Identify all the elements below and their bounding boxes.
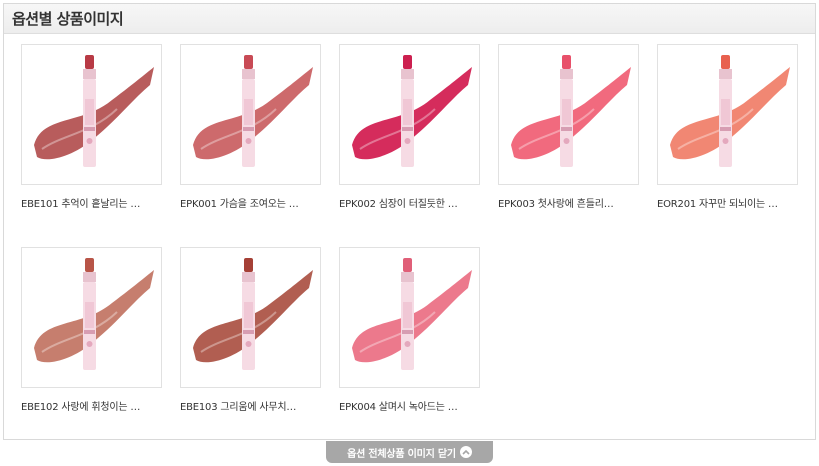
- product-grid: EBE101 추억이 흩날리는 … EPK001 가슴을 조여오는 … EPK002…: [4, 34, 815, 434]
- product-thumbnail[interactable]: [339, 247, 480, 388]
- product-thumbnail[interactable]: [657, 44, 798, 185]
- product-thumbnail[interactable]: [21, 247, 162, 388]
- product-thumbnail[interactable]: [339, 44, 480, 185]
- product-label[interactable]: EBE101 추억이 흩날리는 …: [21, 195, 171, 210]
- product-thumbnail[interactable]: [180, 247, 321, 388]
- product-thumbnail[interactable]: [21, 44, 162, 185]
- lipstick-swatch-image: [193, 258, 313, 370]
- product-item[interactable]: EPK001 가슴을 조여오는 …: [180, 44, 330, 210]
- panel-header: 옵션별 상품이미지: [4, 4, 815, 34]
- product-item[interactable]: EOR201 자꾸만 되뇌이는 …: [657, 44, 807, 210]
- product-label[interactable]: EPK003 첫사랑에 흔들리…: [498, 195, 648, 210]
- product-label[interactable]: EPK004 살며시 녹아드는 …: [339, 398, 489, 413]
- chevron-up-icon: [459, 446, 472, 458]
- product-label[interactable]: EBE102 사랑에 휘청이는 …: [21, 398, 171, 413]
- product-label[interactable]: EPK001 가슴을 조여오는 …: [180, 195, 330, 210]
- product-label[interactable]: EBE103 그리움에 사무치…: [180, 398, 330, 413]
- close-all-images-button[interactable]: 옵션 전체상품 이미지 닫기: [326, 441, 493, 463]
- product-item[interactable]: EPK002 심장이 터질듯한 …: [339, 44, 489, 210]
- product-item[interactable]: EBE102 사랑에 휘청이는 …: [21, 247, 171, 413]
- lipstick-swatch-image: [352, 258, 472, 370]
- product-item[interactable]: EPK003 첫사랑에 흔들리…: [498, 44, 648, 210]
- lipstick-swatch-image: [670, 55, 790, 167]
- product-item[interactable]: EBE103 그리움에 사무치…: [180, 247, 330, 413]
- option-images-panel: 옵션별 상품이미지 EBE101 추억이 흩날리는 … EPK001 가슴을 조여…: [3, 3, 816, 440]
- close-button-label: 옵션 전체상품 이미지 닫기: [347, 448, 456, 460]
- panel-title: 옵션별 상품이미지: [12, 10, 124, 28]
- product-item[interactable]: EBE101 추억이 흩날리는 …: [21, 44, 171, 210]
- lipstick-swatch-image: [193, 55, 313, 167]
- lipstick-swatch-image: [511, 55, 631, 167]
- product-thumbnail[interactable]: [180, 44, 321, 185]
- product-label[interactable]: EPK002 심장이 터질듯한 …: [339, 195, 489, 210]
- lipstick-swatch-image: [352, 55, 472, 167]
- lipstick-swatch-image: [34, 55, 154, 167]
- product-item[interactable]: EPK004 살며시 녹아드는 …: [339, 247, 489, 413]
- product-thumbnail[interactable]: [498, 44, 639, 185]
- lipstick-swatch-image: [34, 258, 154, 370]
- product-label[interactable]: EOR201 자꾸만 되뇌이는 …: [657, 195, 807, 210]
